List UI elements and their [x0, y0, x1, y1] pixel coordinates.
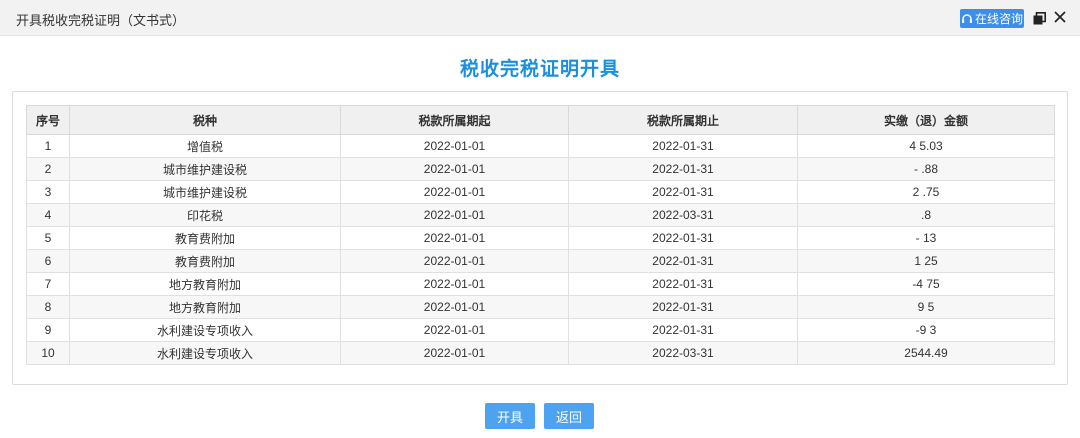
table-row: 10 水利建设专项收入 2022-01-01 2022-03-31 2544.4…: [26, 341, 1055, 365]
row-tax-type: 教育费附加: [69, 226, 341, 250]
headset-icon: [961, 13, 972, 23]
certificate-table-panel: 序号 税种 税款所属期起 税款所属期止 实缴（退）金额 1 增值税 2022-0…: [12, 91, 1068, 385]
row-tax-type: 城市维护建设税: [69, 180, 341, 204]
row-period-start: 2022-01-01: [340, 341, 569, 365]
tax-payment-table: 序号 税种 税款所属期起 税款所属期止 实缴（退）金额 1 增值税 2022-0…: [26, 105, 1055, 365]
row-period-start: 2022-01-01: [340, 203, 569, 227]
row-amount: -4 75: [797, 272, 1055, 296]
back-button[interactable]: 返回: [544, 403, 594, 429]
row-period-start: 2022-01-01: [340, 180, 569, 204]
row-no: 3: [26, 180, 70, 204]
row-period-end: 2022-01-31: [568, 180, 798, 204]
row-amount: 9 5: [797, 295, 1055, 319]
table-row: 6 教育费附加 2022-01-01 2022-01-31 1 25: [26, 249, 1055, 273]
table-row: 9 水利建设专项收入 2022-01-01 2022-01-31 -9 3: [26, 318, 1055, 342]
row-period-end: 2022-01-31: [568, 157, 798, 181]
row-period-start: 2022-01-01: [340, 157, 569, 181]
row-no: 9: [26, 318, 70, 342]
row-tax-type: 增值税: [69, 134, 341, 158]
row-period-end: 2022-01-31: [568, 272, 798, 296]
row-no: 2: [26, 157, 70, 181]
row-period-start: 2022-01-01: [340, 134, 569, 158]
row-period-end: 2022-01-31: [568, 318, 798, 342]
row-period-start: 2022-01-01: [340, 295, 569, 319]
row-period-end: 2022-01-31: [568, 249, 798, 273]
row-amount: - .88: [797, 157, 1055, 181]
issue-button[interactable]: 开具: [485, 403, 535, 429]
row-period-start: 2022-01-01: [340, 226, 569, 250]
table-row: 2 城市维护建设税 2022-01-01 2022-01-31 - .88: [26, 157, 1055, 181]
window-title: 开具税收完税证明（文书式）: [16, 13, 186, 28]
row-amount: 2 .75: [797, 180, 1055, 204]
row-amount: .8: [797, 203, 1055, 227]
row-period-start: 2022-01-01: [340, 272, 569, 296]
row-no: 6: [26, 249, 70, 273]
row-period-start: 2022-01-01: [340, 318, 569, 342]
row-tax-type: 教育费附加: [69, 249, 341, 273]
row-no: 8: [26, 295, 70, 319]
row-amount: - 13: [797, 226, 1055, 250]
row-amount: -9 3: [797, 318, 1055, 342]
row-no: 1: [26, 134, 70, 158]
page-heading: 税收完税证明开具: [459, 59, 620, 80]
online-consult-label: 在线咨询: [974, 12, 1023, 26]
row-no: 5: [26, 226, 70, 250]
header-no: 序号: [26, 105, 70, 135]
row-period-end: 2022-01-31: [568, 226, 798, 250]
row-no: 7: [26, 272, 70, 296]
row-tax-type: 地方教育附加: [69, 295, 341, 319]
table-row: 3 城市维护建设税 2022-01-01 2022-01-31 2 .75: [26, 180, 1055, 204]
restore-window-icon[interactable]: [1033, 12, 1046, 25]
table-row: 5 教育费附加 2022-01-01 2022-01-31 - 13: [26, 226, 1055, 250]
row-tax-type: 印花税: [69, 203, 341, 227]
header-period-end: 税款所属期止: [568, 105, 798, 135]
close-icon[interactable]: [1053, 10, 1067, 24]
row-no: 4: [26, 203, 70, 227]
row-tax-type: 水利建设专项收入: [69, 318, 341, 342]
row-tax-type: 水利建设专项收入: [69, 341, 341, 365]
row-tax-type: 地方教育附加: [69, 272, 341, 296]
row-no: 10: [26, 341, 70, 365]
row-amount: 4 5.03: [797, 134, 1055, 158]
row-period-end: 2022-03-31: [568, 341, 798, 365]
table-header-row: 序号 税种 税款所属期起 税款所属期止 实缴（退）金额: [26, 105, 1055, 135]
row-period-start: 2022-01-01: [340, 249, 569, 273]
header-amount: 实缴（退）金额: [797, 105, 1055, 135]
table-row: 7 地方教育附加 2022-01-01 2022-01-31 -4 75: [26, 272, 1055, 296]
header-tax-type: 税种: [69, 105, 341, 135]
row-period-end: 2022-01-31: [568, 295, 798, 319]
table-row: 4 印花税 2022-01-01 2022-03-31 .8: [26, 203, 1055, 227]
header-period-start: 税款所属期起: [340, 105, 569, 135]
row-amount: 2544.49: [797, 341, 1055, 365]
row-amount: 1 25: [797, 249, 1055, 273]
window-titlebar: 开具税收完税证明（文书式） 在线咨询: [0, 0, 1080, 36]
table-row: 1 增值税 2022-01-01 2022-01-31 4 5.03: [26, 134, 1055, 158]
row-period-end: 2022-01-31: [568, 134, 798, 158]
row-period-end: 2022-03-31: [568, 203, 798, 227]
online-consult-button[interactable]: 在线咨询: [960, 9, 1024, 28]
table-row: 8 地方教育附加 2022-01-01 2022-01-31 9 5: [26, 295, 1055, 319]
row-tax-type: 城市维护建设税: [69, 157, 341, 181]
